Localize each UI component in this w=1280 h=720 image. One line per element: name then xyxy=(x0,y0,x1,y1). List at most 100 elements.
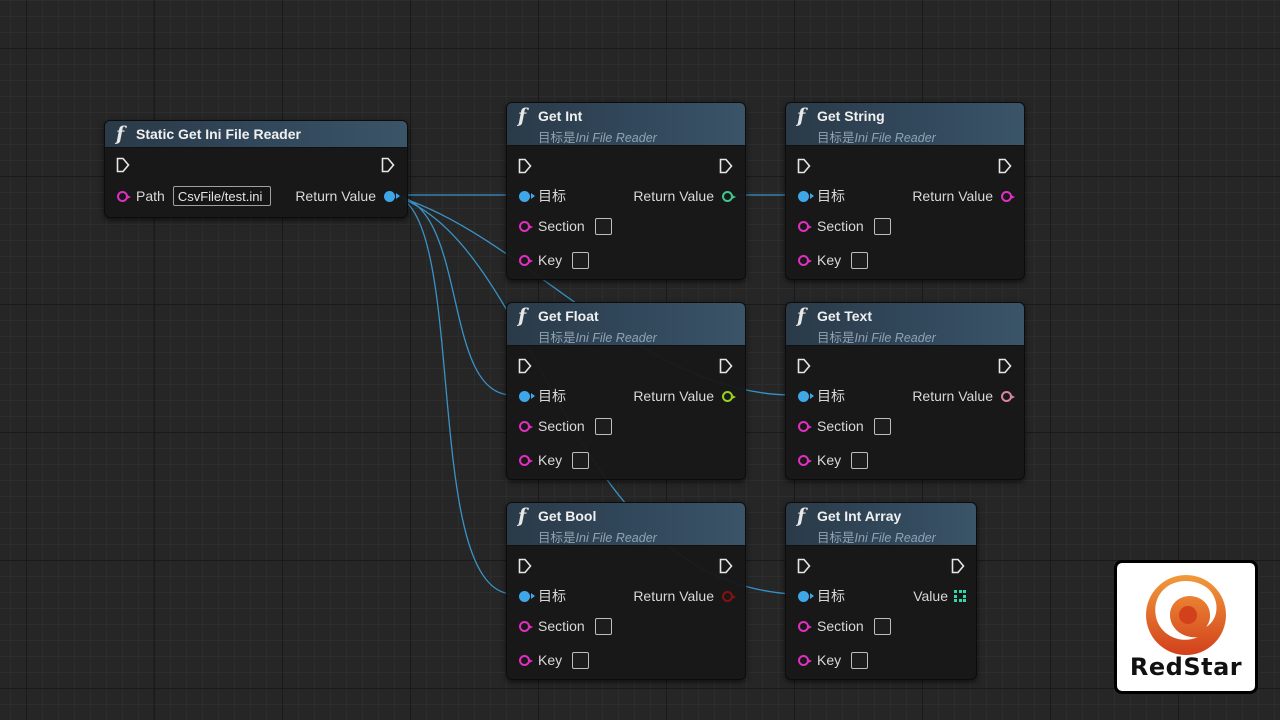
key-label: Key xyxy=(817,252,842,268)
return-row: Value xyxy=(913,585,966,607)
node-header[interactable]: f Static Get Ini File Reader xyxy=(105,121,407,148)
target-row: 目标 xyxy=(798,385,845,407)
node-header[interactable]: f Get Text 目标是Ini File Reader xyxy=(786,303,1024,346)
exec-out-pin-icon[interactable] xyxy=(381,157,395,173)
wire-to-get-bool xyxy=(391,194,513,595)
section-row: Section xyxy=(519,615,612,637)
target-pin-icon[interactable] xyxy=(519,590,535,602)
target-pin-icon[interactable] xyxy=(519,190,535,202)
node-header[interactable]: f Get Int 目标是Ini File Reader xyxy=(507,103,745,146)
path-row: Path CsvFile/test.ini xyxy=(117,185,271,207)
key-row: Key xyxy=(519,449,590,471)
node-subtitle: 目标是Ini File Reader xyxy=(817,131,936,145)
key-input[interactable] xyxy=(851,451,869,469)
node-subtitle: 目标是Ini File Reader xyxy=(817,331,936,345)
exec-out-pin-icon[interactable] xyxy=(951,558,965,574)
exec-in-pin-icon[interactable] xyxy=(797,558,811,574)
node-get-int-array[interactable]: f Get Int Array 目标是Ini File Reader 目标 Va… xyxy=(785,502,977,680)
target-label: 目标 xyxy=(817,388,845,404)
section-input[interactable] xyxy=(594,617,612,635)
exec-out-pin-icon[interactable] xyxy=(998,358,1012,374)
value-label: Value xyxy=(913,588,948,604)
string-pin-icon[interactable] xyxy=(519,620,533,632)
target-pin-icon[interactable] xyxy=(798,190,814,202)
node-header[interactable]: f Get Bool 目标是Ini File Reader xyxy=(507,503,745,546)
string-pin-icon[interactable] xyxy=(798,420,812,432)
string-pin-icon[interactable] xyxy=(519,254,533,266)
exec-out-pin-icon[interactable] xyxy=(719,358,733,374)
string-pin-icon[interactable] xyxy=(798,620,812,632)
key-input[interactable] xyxy=(851,251,869,269)
target-label: 目标 xyxy=(817,588,845,604)
string-pin-icon[interactable] xyxy=(798,654,812,666)
node-header[interactable]: f Get Float 目标是Ini File Reader xyxy=(507,303,745,346)
section-input[interactable] xyxy=(594,417,612,435)
key-input[interactable] xyxy=(572,251,590,269)
key-input[interactable] xyxy=(572,451,590,469)
section-row: Section xyxy=(798,415,891,437)
exec-out-pin-icon[interactable] xyxy=(719,558,733,574)
node-get-float[interactable]: f Get Float 目标是Ini File Reader 目标 Return… xyxy=(506,302,746,480)
key-row: Key xyxy=(798,249,869,271)
int-array-output-pin-icon[interactable] xyxy=(954,590,966,602)
return-value-label: Return Value xyxy=(633,588,714,604)
exec-in-pin-icon[interactable] xyxy=(797,158,811,174)
node-header[interactable]: f Get Int Array 目标是Ini File Reader xyxy=(786,503,976,546)
exec-in-pin-icon[interactable] xyxy=(518,558,532,574)
node-header[interactable]: f Get String 目标是Ini File Reader xyxy=(786,103,1024,146)
path-input[interactable]: CsvFile/test.ini xyxy=(172,186,271,206)
string-pin-icon[interactable] xyxy=(519,420,533,432)
string-pin-icon[interactable] xyxy=(798,254,812,266)
return-row: Return Value xyxy=(633,385,736,407)
redstar-logo: RedStar xyxy=(1114,560,1258,694)
exec-in-pin-icon[interactable] xyxy=(116,157,130,173)
text-output-pin-icon[interactable] xyxy=(1001,390,1015,402)
string-pin-icon[interactable] xyxy=(519,454,533,466)
bool-output-pin-icon[interactable] xyxy=(722,590,736,602)
node-get-bool[interactable]: f Get Bool 目标是Ini File Reader 目标 Return … xyxy=(506,502,746,680)
target-row: 目标 xyxy=(519,185,566,207)
node-get-string[interactable]: f Get String 目标是Ini File Reader 目标 Retur… xyxy=(785,102,1025,280)
target-pin-icon[interactable] xyxy=(798,390,814,402)
function-icon: f xyxy=(518,105,527,127)
key-label: Key xyxy=(538,452,563,468)
section-input[interactable] xyxy=(594,217,612,235)
section-input[interactable] xyxy=(873,617,891,635)
node-get-text[interactable]: f Get Text 目标是Ini File Reader 目标 Return … xyxy=(785,302,1025,480)
target-pin-icon[interactable] xyxy=(798,590,814,602)
target-pin-icon[interactable] xyxy=(519,390,535,402)
exec-in-pin-icon[interactable] xyxy=(518,358,532,374)
section-row: Section xyxy=(519,415,612,437)
exec-in-pin-icon[interactable] xyxy=(797,358,811,374)
string-output-pin-icon[interactable] xyxy=(1001,190,1015,202)
section-input[interactable] xyxy=(873,417,891,435)
key-label: Key xyxy=(817,652,842,668)
section-input[interactable] xyxy=(873,217,891,235)
exec-out-pin-icon[interactable] xyxy=(719,158,733,174)
string-pin-icon[interactable] xyxy=(117,190,131,202)
node-title: Get Int Array xyxy=(817,508,902,524)
target-row: 目标 xyxy=(798,585,845,607)
node-static-get-ini-file-reader[interactable]: f Static Get Ini File Reader Path CsvFil… xyxy=(104,120,408,218)
node-get-int[interactable]: f Get Int 目标是Ini File Reader 目标 Return V… xyxy=(506,102,746,280)
exec-in-pin-icon[interactable] xyxy=(518,158,532,174)
string-pin-icon[interactable] xyxy=(519,654,533,666)
function-icon: f xyxy=(518,505,527,527)
node-title: Get String xyxy=(817,108,885,124)
object-output-pin-icon[interactable] xyxy=(384,190,400,202)
key-input[interactable] xyxy=(851,651,869,669)
node-title: Get Bool xyxy=(538,508,597,524)
exec-out-pin-icon[interactable] xyxy=(998,158,1012,174)
function-icon: f xyxy=(116,123,125,145)
return-row: Return Value xyxy=(295,185,400,207)
string-pin-icon[interactable] xyxy=(798,454,812,466)
string-pin-icon[interactable] xyxy=(798,220,812,232)
key-row: Key xyxy=(519,249,590,271)
target-row: 目标 xyxy=(519,585,566,607)
float-output-pin-icon[interactable] xyxy=(722,390,736,402)
key-input[interactable] xyxy=(572,651,590,669)
int-output-pin-icon[interactable] xyxy=(722,190,736,202)
node-subtitle: 目标是Ini File Reader xyxy=(817,531,936,545)
string-pin-icon[interactable] xyxy=(519,220,533,232)
brand-name: RedStar xyxy=(1129,653,1243,681)
